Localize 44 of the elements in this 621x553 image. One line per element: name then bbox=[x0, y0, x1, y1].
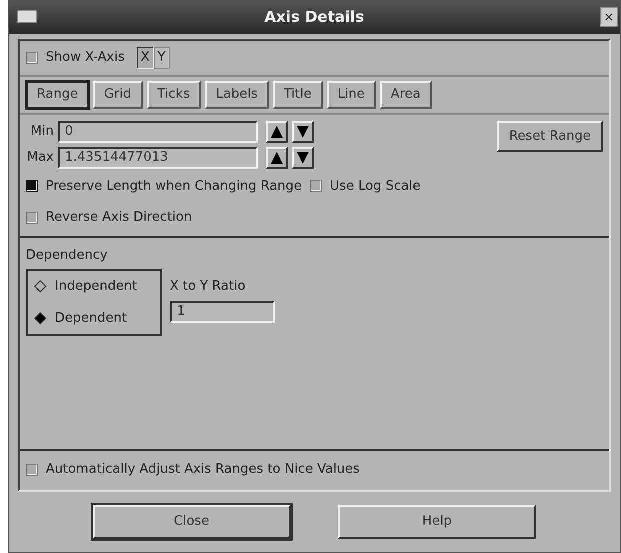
field-label: Max bbox=[26, 148, 54, 167]
down-arrow-icon bbox=[296, 124, 310, 138]
tab[interactable]: Labels bbox=[205, 81, 269, 108]
number-field[interactable]: 0 bbox=[58, 120, 258, 142]
checkbox-label[interactable]: Reverse Axis Direction bbox=[46, 208, 192, 228]
down-arrow-icon bbox=[296, 150, 310, 164]
field-label: Min bbox=[30, 122, 54, 141]
tab[interactable]: Line bbox=[326, 81, 376, 108]
tab[interactable]: Ticks bbox=[146, 81, 202, 108]
axis-toggle[interactable]: X bbox=[136, 47, 154, 69]
number-field[interactable]: 1.43514477013 bbox=[58, 146, 258, 168]
tab[interactable]: Range bbox=[26, 81, 90, 108]
help-button[interactable]: Help bbox=[338, 504, 536, 538]
radio-label[interactable]: Independent bbox=[55, 277, 138, 296]
up-arrow-icon bbox=[270, 124, 284, 138]
close-dialog-button[interactable]: Close bbox=[92, 504, 291, 538]
tab[interactable]: Title bbox=[272, 81, 323, 108]
checkbox[interactable] bbox=[26, 464, 38, 476]
window-title: Axis Details bbox=[264, 7, 364, 28]
radio-button[interactable] bbox=[34, 280, 47, 294]
decrement-button[interactable] bbox=[292, 146, 314, 168]
close-button[interactable]: × bbox=[600, 7, 618, 27]
increment-button[interactable] bbox=[266, 120, 288, 142]
checkbox[interactable] bbox=[26, 180, 38, 192]
section-title: Dependency bbox=[26, 246, 109, 264]
checkbox-label[interactable]: Automatically Adjust Axis Ranges to Nice Values bbox=[46, 460, 360, 480]
ratio-field[interactable]: 1 bbox=[170, 300, 275, 322]
checkbox-label[interactable]: Use Log Scale bbox=[330, 176, 421, 196]
checkbox-label[interactable]: Show X-Axis bbox=[46, 48, 125, 68]
reset-range-button[interactable]: Reset Range bbox=[497, 120, 603, 152]
checkbox[interactable] bbox=[26, 52, 38, 64]
checkbox-label[interactable]: Preserve Length when Changing Range bbox=[46, 176, 302, 196]
radio-label[interactable]: Dependent bbox=[55, 308, 128, 328]
checkbox[interactable] bbox=[310, 180, 322, 192]
increment-button[interactable] bbox=[266, 146, 288, 168]
window-menu-icon[interactable] bbox=[17, 10, 37, 23]
radio-button[interactable] bbox=[34, 312, 47, 325]
tab[interactable]: Area bbox=[380, 81, 432, 108]
decrement-button[interactable] bbox=[292, 120, 314, 142]
field-label: X to Y Ratio bbox=[170, 278, 247, 296]
axis-toggle[interactable]: Y bbox=[154, 47, 170, 69]
checkbox[interactable] bbox=[26, 212, 38, 224]
up-arrow-icon bbox=[270, 150, 284, 164]
tab[interactable]: Grid bbox=[93, 81, 142, 108]
